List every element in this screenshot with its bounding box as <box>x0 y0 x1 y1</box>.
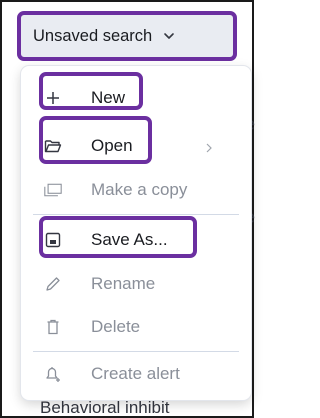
highlight-box-open <box>39 116 152 164</box>
menu-item-label: Create alert <box>91 364 180 383</box>
menu-divider <box>33 214 239 215</box>
menu-item-label: Delete <box>91 317 141 336</box>
chevron-down-icon <box>162 29 176 43</box>
saved-search-title: Unsaved search <box>33 26 153 45</box>
highlight-box-new <box>39 72 143 110</box>
saved-search-dropdown-button[interactable]: Unsaved search <box>17 11 237 61</box>
menu-item-make-a-copy[interactable]: Make a copy <box>21 170 251 210</box>
bell-plus-icon <box>44 365 62 383</box>
chevron-right-icon <box>205 140 213 153</box>
saved-search-menu: New Open Make a copy Save As... Rename D… <box>21 66 251 400</box>
copy-icon <box>44 181 62 199</box>
pencil-icon <box>44 275 62 293</box>
background-row-text: Behavioral inhibit <box>40 398 170 417</box>
menu-item-label: Rename <box>91 274 156 293</box>
highlight-box-save-as <box>39 216 197 258</box>
menu-item-delete[interactable]: Delete <box>21 307 251 347</box>
menu-divider <box>33 351 239 352</box>
screenshot-frame: e e Behavioral inhibit Unsaved search Ne… <box>0 0 255 418</box>
trash-icon <box>44 318 62 336</box>
menu-item-rename[interactable]: Rename <box>21 264 251 304</box>
menu-item-create-alert[interactable]: Create alert <box>21 354 251 394</box>
menu-item-label: Make a copy <box>91 180 188 199</box>
